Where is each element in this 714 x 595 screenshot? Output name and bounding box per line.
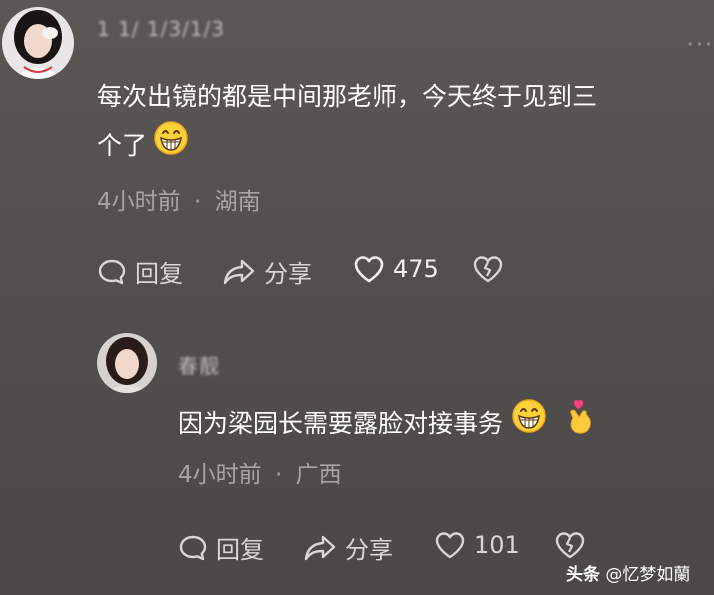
replier-avatar[interactable] (97, 333, 157, 393)
watermark: 头条 @忆梦如蘭 (566, 560, 690, 585)
reply-label: 回复 (135, 260, 183, 288)
reply-icon (178, 533, 208, 563)
finger-heart-emoji-icon (565, 397, 595, 450)
reply-like-button[interactable]: 101 (434, 530, 520, 560)
grinning-face-emoji-icon (511, 398, 547, 449)
reply-dislike-button[interactable] (554, 530, 586, 564)
comment-text: 每次出镜的都是中间那老师，今天终于见到三 个了 (97, 74, 714, 171)
reply-label: 回复 (216, 536, 264, 564)
comment-time: 4小时前 (97, 189, 181, 215)
reply-time: 4小时前 (178, 462, 262, 488)
heart-icon (434, 530, 466, 560)
replier-username[interactable]: 春靓 (178, 350, 220, 379)
comment-text-line-2: 个了 (97, 130, 148, 160)
comment-text-line-1: 每次出镜的都是中间那老师，今天终于见到三 (97, 82, 598, 111)
share-icon (303, 533, 337, 563)
reply-button[interactable]: 回复 (97, 254, 183, 289)
meta-separator: · (193, 189, 202, 215)
share-button[interactable]: 分享 (222, 254, 312, 289)
meta-separator: · (274, 462, 283, 488)
heart-icon (353, 254, 385, 284)
comment-location: 湖南 (214, 189, 261, 215)
dislike-button[interactable] (472, 254, 504, 288)
watermark-platform: 头条 (566, 565, 600, 585)
commenter-avatar[interactable] (2, 7, 74, 79)
reply-meta: 4小时前 · 广西 (178, 455, 342, 489)
reply-location: 广西 (295, 462, 342, 488)
reply-reply-button[interactable]: 回复 (178, 530, 264, 565)
like-button[interactable]: 475 (353, 254, 439, 284)
grinning-face-emoji-icon (153, 120, 189, 171)
more-options-icon[interactable]: ··· (686, 32, 714, 58)
share-icon (222, 257, 256, 287)
share-label: 分享 (345, 536, 393, 564)
broken-heart-icon (472, 256, 504, 288)
like-count: 475 (393, 255, 439, 283)
reply-icon (97, 257, 127, 287)
like-count: 101 (474, 531, 520, 559)
commenter-username[interactable]: 1 1/ 1/3/1/3 (97, 17, 225, 41)
reply-share-button[interactable]: 分享 (303, 530, 393, 565)
comment-meta: 4小时前 · 湖南 (97, 182, 261, 216)
reply-text: 因为梁园长需要露脸对接事务 (178, 408, 504, 438)
share-label: 分享 (264, 260, 312, 288)
reply-text-block: 因为梁园长需要露脸对接事务 (178, 397, 595, 450)
watermark-author: @忆梦如蘭 (605, 565, 691, 585)
